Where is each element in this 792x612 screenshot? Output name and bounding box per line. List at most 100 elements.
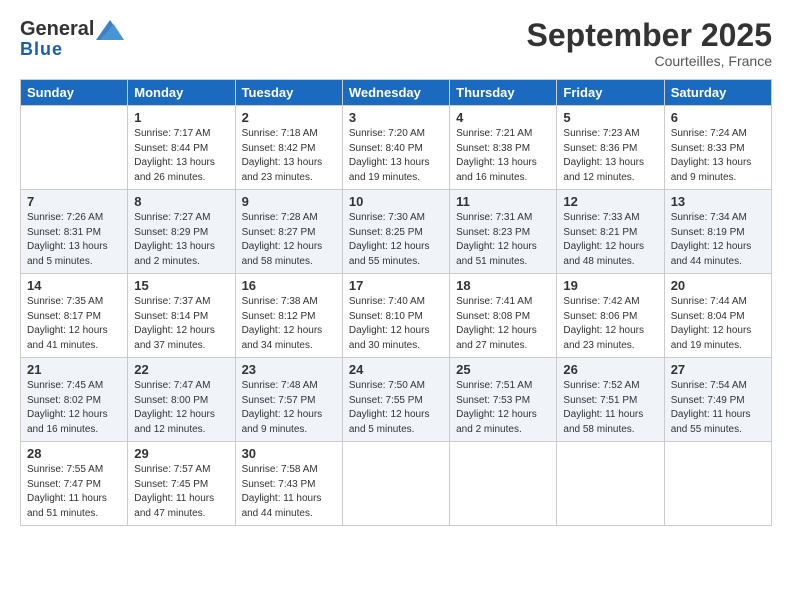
col-sunday: Sunday: [21, 80, 128, 106]
table-row: 14 Sunrise: 7:35 AMSunset: 8:17 PMDayligh…: [21, 274, 128, 358]
day-info: Sunrise: 7:31 AMSunset: 8:23 PMDaylight:…: [456, 211, 550, 269]
table-row: 4 Sunrise: 7:21 AMSunset: 8:38 PMDaylight…: [450, 106, 557, 190]
day-number: 1: [134, 110, 228, 125]
day-number: 8: [134, 194, 228, 209]
day-info: Sunrise: 7:33 AMSunset: 8:21 PMDaylight:…: [563, 211, 657, 269]
calendar-table: Sunday Monday Tuesday Wednesday Thursday…: [20, 79, 772, 526]
logo-general-text: General: [20, 18, 94, 41]
table-row: 13 Sunrise: 7:34 AMSunset: 8:19 PMDayligh…: [664, 190, 771, 274]
table-row: 19Sunrise: 7:42 AMSunset: 8:06 PMDayligh…: [557, 274, 664, 358]
day-number: 15: [134, 278, 228, 293]
day-info: Sunrise: 7:55 AMSunset: 7:47 PMDaylight:…: [27, 463, 121, 521]
day-number: 19: [563, 278, 657, 293]
table-row: 11 Sunrise: 7:31 AMSunset: 8:23 PMDayligh…: [450, 190, 557, 274]
day-number: 24: [349, 362, 443, 377]
day-info: Sunrise: 7:47 AMSunset: 8:00 PMDaylight:…: [134, 379, 228, 437]
day-number: 6: [671, 110, 765, 125]
table-row: 18 Sunrise: 7:41 AMSunset: 8:08 PMDayligh…: [450, 274, 557, 358]
table-row: 23 Sunrise: 7:48 AMSunset: 7:57 PMDayligh…: [235, 358, 342, 442]
day-info: Sunrise: 7:44 AMSunset: 8:04 PMDaylight:…: [671, 295, 765, 353]
table-row: 25 Sunrise: 7:51 AMSunset: 7:53 PMDayligh…: [450, 358, 557, 442]
day-info: Sunrise: 7:50 AMSunset: 7:55 PMDaylight:…: [349, 379, 443, 437]
day-info: Sunrise: 7:18 AMSunset: 8:42 PMDaylight:…: [242, 127, 336, 185]
table-row: [21, 106, 128, 190]
day-number: 28: [27, 446, 121, 461]
table-row: 30 Sunrise: 7:58 AMSunset: 7:43 PMDayligh…: [235, 442, 342, 526]
day-number: 13: [671, 194, 765, 209]
col-thursday: Thursday: [450, 80, 557, 106]
day-info: Sunrise: 7:28 AMSunset: 8:27 PMDaylight:…: [242, 211, 336, 269]
calendar-week-row: 28 Sunrise: 7:55 AMSunset: 7:47 PMDayligh…: [21, 442, 772, 526]
day-info: Sunrise: 7:35 AMSunset: 8:17 PMDaylight:…: [27, 295, 121, 353]
day-info: Sunrise: 7:51 AMSunset: 7:53 PMDaylight:…: [456, 379, 550, 437]
day-info: Sunrise: 7:21 AMSunset: 8:38 PMDaylight:…: [456, 127, 550, 185]
table-row: 17 Sunrise: 7:40 AMSunset: 8:10 PMDayligh…: [342, 274, 449, 358]
day-number: 14: [27, 278, 121, 293]
table-row: 10Sunrise: 7:30 AMSunset: 8:25 PMDayligh…: [342, 190, 449, 274]
day-number: 11: [456, 194, 550, 209]
table-row: 26Sunrise: 7:52 AMSunset: 7:51 PMDayligh…: [557, 358, 664, 442]
table-row: 2 Sunrise: 7:18 AMSunset: 8:42 PMDaylight…: [235, 106, 342, 190]
table-row: 9 Sunrise: 7:28 AMSunset: 8:27 PMDaylight…: [235, 190, 342, 274]
day-number: 29: [134, 446, 228, 461]
day-number: 27: [671, 362, 765, 377]
calendar-week-row: 7 Sunrise: 7:26 AMSunset: 8:31 PMDaylight…: [21, 190, 772, 274]
day-info: Sunrise: 7:23 AMSunset: 8:36 PMDaylight:…: [563, 127, 657, 185]
location: Courteilles, France: [527, 53, 772, 69]
day-info: Sunrise: 7:58 AMSunset: 7:43 PMDaylight:…: [242, 463, 336, 521]
table-row: 6Sunrise: 7:24 AMSunset: 8:33 PMDaylight…: [664, 106, 771, 190]
day-number: 3: [349, 110, 443, 125]
logo-blue-text: Blue: [20, 39, 63, 60]
col-tuesday: Tuesday: [235, 80, 342, 106]
day-number: 16: [242, 278, 336, 293]
calendar-header-row: Sunday Monday Tuesday Wednesday Thursday…: [21, 80, 772, 106]
table-row: 8 Sunrise: 7:27 AMSunset: 8:29 PMDaylight…: [128, 190, 235, 274]
day-info: Sunrise: 7:26 AMSunset: 8:31 PMDaylight:…: [27, 211, 121, 269]
day-number: 5: [563, 110, 657, 125]
day-info: Sunrise: 7:41 AMSunset: 8:08 PMDaylight:…: [456, 295, 550, 353]
day-number: 22: [134, 362, 228, 377]
logo: General Blue: [20, 18, 124, 60]
table-row: 5 Sunrise: 7:23 AMSunset: 8:36 PMDaylight…: [557, 106, 664, 190]
day-number: 30: [242, 446, 336, 461]
day-number: 17: [349, 278, 443, 293]
table-row: [342, 442, 449, 526]
calendar-week-row: 21Sunrise: 7:45 AMSunset: 8:02 PMDayligh…: [21, 358, 772, 442]
day-number: 7: [27, 194, 121, 209]
month-title: September 2025: [527, 18, 772, 53]
table-row: 3 Sunrise: 7:20 AMSunset: 8:40 PMDaylight…: [342, 106, 449, 190]
col-wednesday: Wednesday: [342, 80, 449, 106]
day-number: 10: [349, 194, 443, 209]
table-row: 20Sunrise: 7:44 AMSunset: 8:04 PMDayligh…: [664, 274, 771, 358]
table-row: [664, 442, 771, 526]
day-info: Sunrise: 7:45 AMSunset: 8:02 PMDaylight:…: [27, 379, 121, 437]
day-number: 4: [456, 110, 550, 125]
col-saturday: Saturday: [664, 80, 771, 106]
day-info: Sunrise: 7:48 AMSunset: 7:57 PMDaylight:…: [242, 379, 336, 437]
day-info: Sunrise: 7:17 AMSunset: 8:44 PMDaylight:…: [134, 127, 228, 185]
table-row: 16Sunrise: 7:38 AMSunset: 8:12 PMDayligh…: [235, 274, 342, 358]
table-row: 12 Sunrise: 7:33 AMSunset: 8:21 PMDayligh…: [557, 190, 664, 274]
day-info: Sunrise: 7:27 AMSunset: 8:29 PMDaylight:…: [134, 211, 228, 269]
table-row: 7 Sunrise: 7:26 AMSunset: 8:31 PMDaylight…: [21, 190, 128, 274]
table-row: [557, 442, 664, 526]
day-info: Sunrise: 7:37 AMSunset: 8:14 PMDaylight:…: [134, 295, 228, 353]
day-number: 9: [242, 194, 336, 209]
day-number: 26: [563, 362, 657, 377]
title-block: September 2025 Courteilles, France: [527, 18, 772, 69]
table-row: 29 Sunrise: 7:57 AMSunset: 7:45 PMDayligh…: [128, 442, 235, 526]
day-info: Sunrise: 7:57 AMSunset: 7:45 PMDaylight:…: [134, 463, 228, 521]
day-number: 12: [563, 194, 657, 209]
calendar-week-row: 14 Sunrise: 7:35 AMSunset: 8:17 PMDayligh…: [21, 274, 772, 358]
col-monday: Monday: [128, 80, 235, 106]
day-info: Sunrise: 7:20 AMSunset: 8:40 PMDaylight:…: [349, 127, 443, 185]
day-number: 18: [456, 278, 550, 293]
day-number: 23: [242, 362, 336, 377]
day-info: Sunrise: 7:40 AMSunset: 8:10 PMDaylight:…: [349, 295, 443, 353]
day-number: 25: [456, 362, 550, 377]
table-row: 28 Sunrise: 7:55 AMSunset: 7:47 PMDayligh…: [21, 442, 128, 526]
day-info: Sunrise: 7:34 AMSunset: 8:19 PMDaylight:…: [671, 211, 765, 269]
header: General Blue September 2025 Courteilles,…: [20, 18, 772, 69]
table-row: 24 Sunrise: 7:50 AMSunset: 7:55 PMDayligh…: [342, 358, 449, 442]
day-number: 2: [242, 110, 336, 125]
